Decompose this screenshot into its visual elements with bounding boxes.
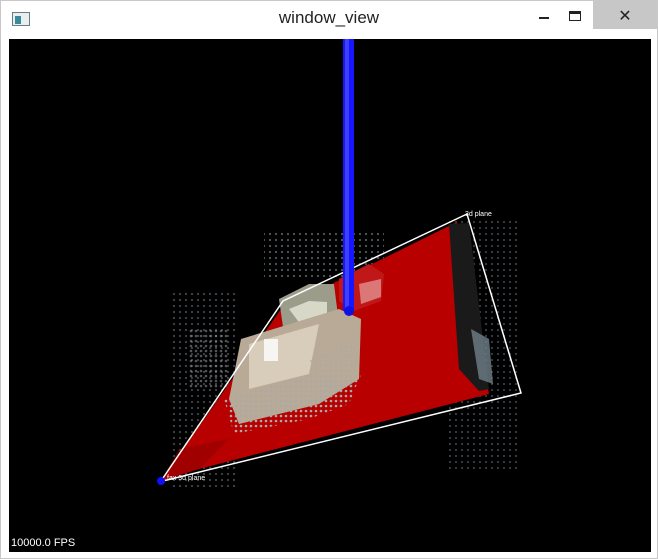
3d-viewport-canvas[interactable]: fax 3d plane 3d plane 10000.0 FPS — [9, 39, 651, 552]
app-window: window_view ✕ fax 3d plane 3d plane 1000… — [0, 0, 658, 559]
minimize-icon — [539, 16, 549, 19]
point-cloud-scene — [157, 39, 522, 489]
fps-counter: 10000.0 FPS — [11, 537, 76, 549]
close-icon: ✕ — [618, 5, 632, 25]
close-button[interactable]: ✕ — [593, 1, 657, 29]
title-bar[interactable]: window_view ✕ — [1, 1, 657, 38]
plane-label-near: fax 3d plane — [167, 475, 206, 482]
maximize-icon — [569, 10, 581, 21]
maximize-button[interactable] — [561, 1, 589, 30]
origin-marker — [157, 477, 165, 485]
window-title: window_view — [278, 8, 380, 27]
minimize-button[interactable] — [530, 1, 558, 30]
plane-label-far: 3d plane — [465, 211, 492, 218]
